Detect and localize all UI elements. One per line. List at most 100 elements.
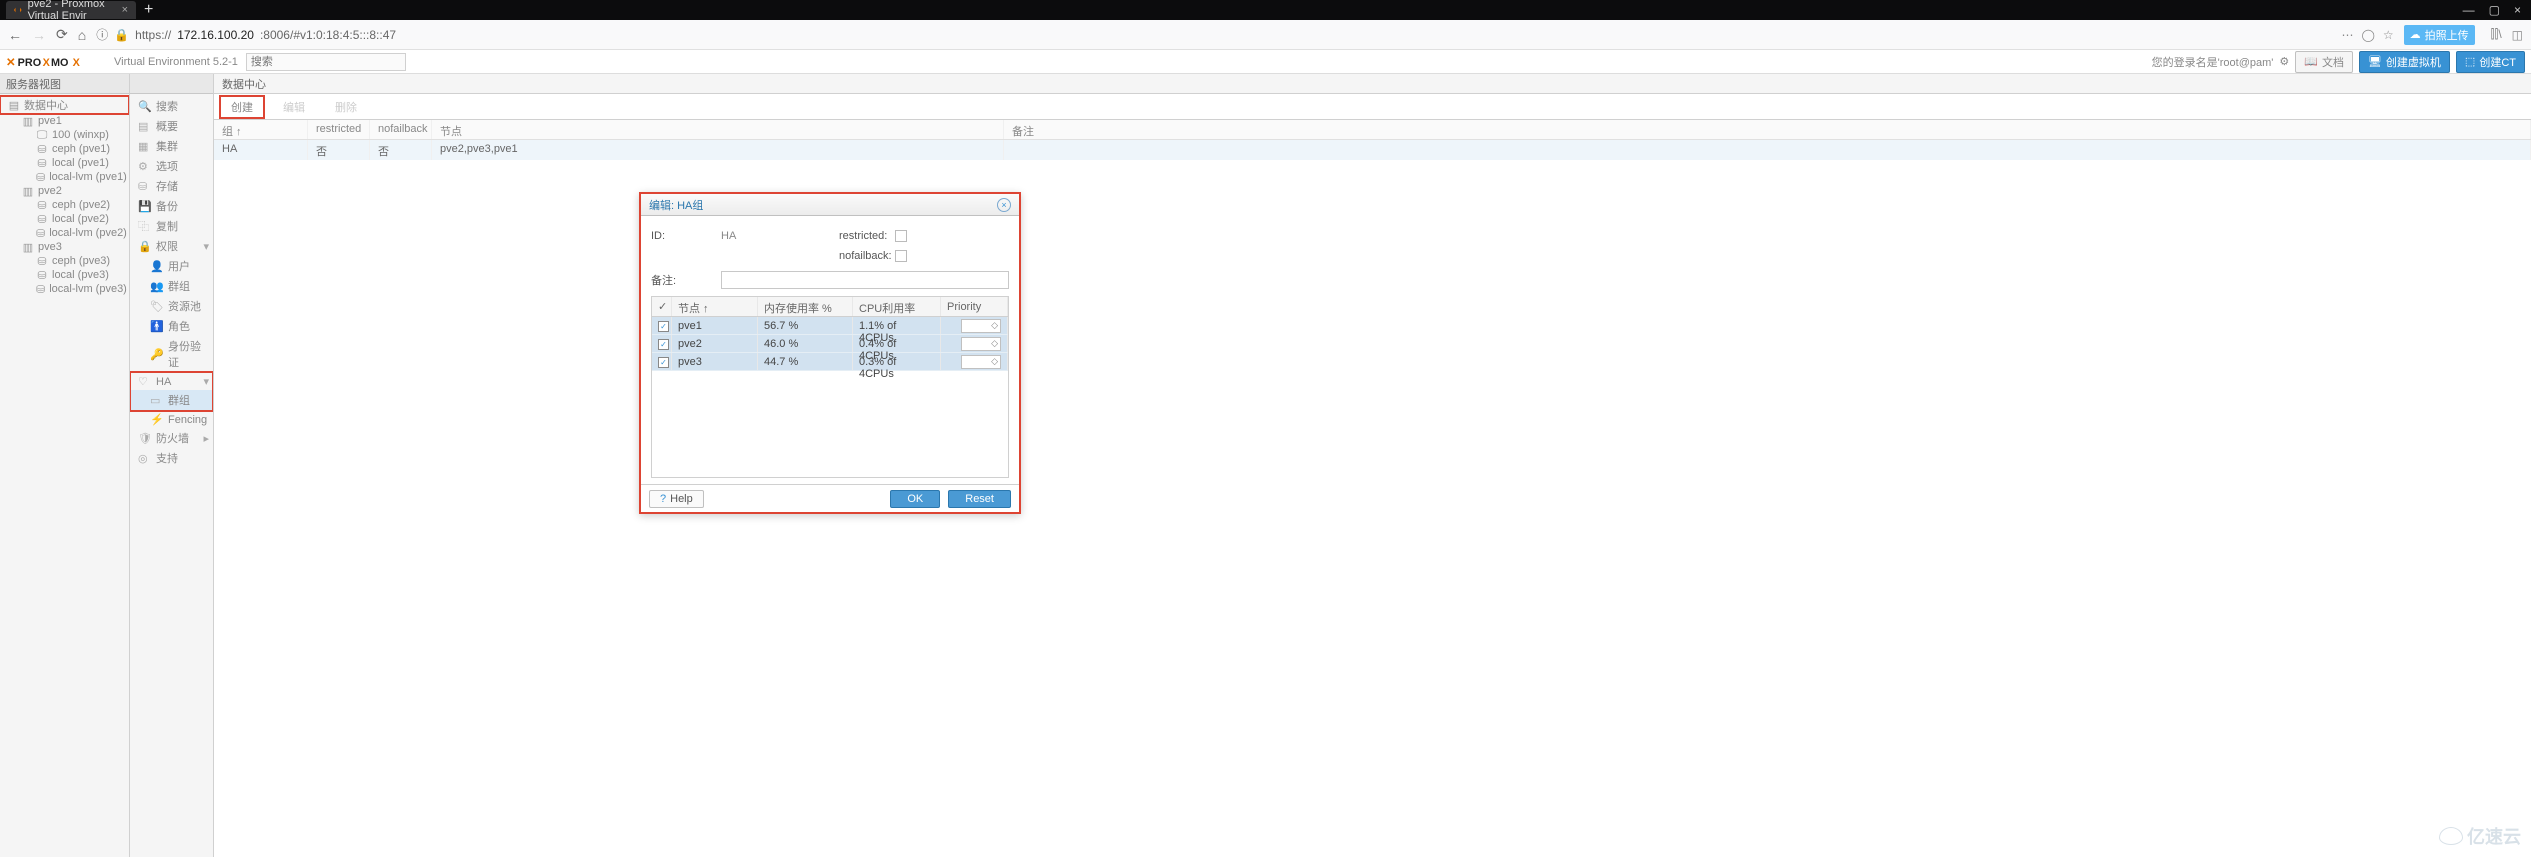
row-checkbox[interactable]: ✓ [658, 321, 669, 332]
priority-spinner[interactable] [961, 355, 1001, 369]
col-group[interactable]: 组 ↑ [214, 120, 308, 139]
menu-roles[interactable]: 🚹角色 [130, 316, 213, 336]
tree-storage-local1[interactable]: ⛁local (pve1) [0, 156, 129, 170]
menu-pools[interactable]: 🏷资源池 [130, 296, 213, 316]
delete-button[interactable]: 删除 [324, 96, 368, 118]
menu-search[interactable]: 🔍搜索 [130, 96, 213, 116]
book-icon: 📖 [2304, 55, 2318, 68]
browser-tab-bar: pve2 - Proxmox Virtual Envir × + — ▢ × [0, 0, 2531, 20]
menu-summary[interactable]: ▤概要 [130, 116, 213, 136]
menu-ha-groups[interactable]: ▭群组 [130, 390, 213, 410]
nofailback-checkbox[interactable] [895, 250, 907, 262]
tree-node-pve1[interactable]: ▥pve1 [0, 114, 129, 128]
menu-backup[interactable]: 💾备份 [130, 196, 213, 216]
menu-users[interactable]: 👤用户 [130, 256, 213, 276]
tab-close-icon[interactable]: × [122, 4, 128, 16]
toolbar: 创建 编辑 删除 [214, 94, 2531, 120]
node-row[interactable]: ✓ pve1 56.7 % 1.1% of 4CPUs [652, 317, 1008, 335]
users-icon: 👥 [150, 280, 162, 293]
checkbox-all[interactable]: ✓ [658, 301, 667, 313]
col-nofailback[interactable]: nofailback [370, 120, 432, 139]
node-row[interactable]: ✓ pve3 44.7 % 0.3% of 4CPUs [652, 353, 1008, 371]
tree-storage-ceph3[interactable]: ⛁ceph (pve3) [0, 254, 129, 268]
col-mem[interactable]: 内存使用率 % [758, 297, 853, 316]
col-node[interactable]: 节点 ↑ [672, 297, 758, 316]
home-button[interactable]: ⌂ [78, 27, 86, 43]
tree-vm-100[interactable]: 🖵100 (winxp) [0, 128, 129, 142]
back-button[interactable]: ← [8, 27, 22, 43]
menu-storage[interactable]: ⛁存储 [130, 176, 213, 196]
upload-extension-badge[interactable]: ☁ 拍照上传 [2404, 25, 2475, 45]
tree-datacenter[interactable]: ▤数据中心 [0, 96, 129, 114]
new-tab-button[interactable]: + [144, 1, 153, 19]
minimize-icon[interactable]: — [2463, 3, 2475, 17]
url-bar[interactable]: ⓘ 🔒 https://172.16.100.20:8006/#v1:0:18:… [96, 26, 2331, 43]
col-restricted[interactable]: restricted [308, 120, 370, 139]
col-checkbox[interactable]: ✓ [652, 297, 672, 316]
restricted-checkbox[interactable] [895, 230, 907, 242]
tree-storage-local2[interactable]: ⛁local (pve2) [0, 212, 129, 226]
edit-button[interactable]: 编辑 [272, 96, 316, 118]
heartbeat-icon: ♡ [138, 375, 150, 388]
ok-button[interactable]: OK [890, 490, 940, 508]
header-search-input[interactable] [246, 53, 406, 71]
col-cpu[interactable]: CPU利用率 [853, 297, 941, 316]
col-priority[interactable]: Priority [941, 297, 1008, 316]
chevron-down-icon: ▾ [203, 240, 209, 253]
tree-header[interactable]: 服务器视图 [0, 74, 129, 94]
menu-cluster[interactable]: ▦集群 [130, 136, 213, 156]
building-icon: ▥ [22, 185, 34, 197]
menu-fencing[interactable]: ⚡Fencing [130, 411, 213, 428]
disk-icon: ⛁ [36, 143, 48, 155]
menu-firewall[interactable]: 🛡防火墙▸ [130, 428, 213, 448]
star-icon[interactable]: ☆ [2383, 28, 2394, 42]
docs-button[interactable]: 📖文档 [2295, 51, 2353, 73]
node-row[interactable]: ✓ pve2 46.0 % 0.4% of 4CPUs [652, 335, 1008, 353]
dialog-title-bar[interactable]: 编辑: HA组 × [641, 194, 1019, 216]
library-icon[interactable]: ⫿⫿\ [2491, 27, 2502, 42]
menu-permissions[interactable]: 🔒权限▾ [130, 236, 213, 256]
create-button[interactable]: 创建 [220, 96, 264, 118]
dialog-close-icon[interactable]: × [997, 198, 1011, 212]
menu-groups[interactable]: 👥群组 [130, 276, 213, 296]
menu-auth[interactable]: 🔑身份验证 [130, 336, 213, 372]
help-button[interactable]: ?Help [649, 490, 704, 508]
row-checkbox[interactable]: ✓ [658, 339, 669, 350]
row-checkbox[interactable]: ✓ [658, 357, 669, 368]
cell-mem: 56.7 % [758, 317, 853, 334]
table-row[interactable]: HA 否 否 pve2,pve3,pve1 [214, 140, 2531, 160]
menu-support[interactable]: ◎支持 [130, 448, 213, 468]
info-icon[interactable]: ⓘ [96, 26, 108, 43]
create-vm-button[interactable]: 🖥创建虚拟机 [2359, 51, 2450, 73]
tree-storage-ceph2[interactable]: ⛁ceph (pve2) [0, 198, 129, 212]
list-icon: ▤ [138, 120, 150, 133]
maximize-icon[interactable]: ▢ [2489, 3, 2500, 17]
create-ct-button[interactable]: ⬚创建CT [2456, 51, 2525, 73]
close-window-icon[interactable]: × [2514, 3, 2521, 17]
menu-ha[interactable]: ♡HA▾ [130, 373, 213, 390]
tree-node-pve2[interactable]: ▥pve2 [0, 184, 129, 198]
tree-storage-lvm3[interactable]: ⛁local-lvm (pve3) [0, 282, 129, 296]
menu-options[interactable]: ⚙选项 [130, 156, 213, 176]
reset-button[interactable]: Reset [948, 490, 1011, 508]
cell-cpu: 0.4% of 4CPUs [853, 335, 941, 352]
sidebar-icon[interactable]: ◫ [2512, 28, 2523, 42]
more-icon[interactable]: ⋯ [2341, 28, 2353, 42]
tree-storage-ceph1[interactable]: ⛁ceph (pve1) [0, 142, 129, 156]
shield-icon[interactable]: ◯ [2361, 28, 2374, 42]
tree-node-pve3[interactable]: ▥pve3 [0, 240, 129, 254]
priority-spinner[interactable] [961, 337, 1001, 351]
menu-replication[interactable]: ⿻复制 [130, 216, 213, 236]
col-comment[interactable]: 备注 [1004, 120, 2531, 139]
gear-icon[interactable]: ⚙ [2279, 55, 2289, 68]
col-nodes[interactable]: 节点 [432, 120, 1004, 139]
tree-storage-lvm1[interactable]: ⛁local-lvm (pve1) [0, 170, 129, 184]
priority-spinner[interactable] [961, 319, 1001, 333]
tree-storage-local3[interactable]: ⛁local (pve3) [0, 268, 129, 282]
browser-tab[interactable]: pve2 - Proxmox Virtual Envir × [6, 1, 136, 19]
reload-button[interactable]: ⟳ [56, 26, 68, 43]
comment-input[interactable] [721, 271, 1009, 289]
tree-storage-lvm2[interactable]: ⛁local-lvm (pve2) [0, 226, 129, 240]
forward-button[interactable]: → [32, 27, 46, 43]
proxmox-logo[interactable]: ✕PROXMOX [6, 53, 106, 71]
